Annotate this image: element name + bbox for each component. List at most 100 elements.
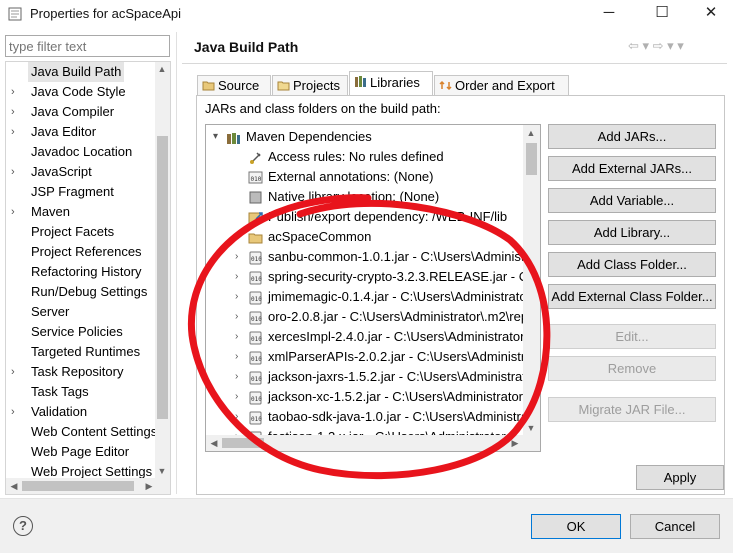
sidebar-item-label: Javadoc Location	[31, 144, 133, 159]
sidebar-item[interactable]: Java Build Path	[6, 62, 156, 82]
expand-arrow-icon[interactable]: ›	[11, 122, 23, 142]
scroll-thumb[interactable]	[157, 136, 168, 419]
ok-button[interactable]: OK	[531, 514, 621, 539]
scroll-up-arrow-icon[interactable]: ▲	[155, 62, 169, 76]
build-path-tree[interactable]: ▾ Maven Dependencies Access rules: No rule…	[205, 124, 541, 452]
sidebar-item[interactable]: Javadoc Location	[6, 142, 156, 162]
sidebar-item[interactable]: Web Content Settings	[6, 422, 157, 442]
add-library-button[interactable]: Add Library...	[548, 220, 716, 245]
remove-button[interactable]: Remove	[548, 356, 716, 381]
sidebar-item[interactable]: Project Facets	[6, 222, 156, 242]
apply-button[interactable]: Apply	[636, 465, 724, 490]
expand-arrow-icon[interactable]: ›	[11, 402, 23, 422]
edit-button[interactable]: Edit...	[548, 324, 716, 349]
add-class-folder-button[interactable]: Add Class Folder...	[548, 252, 716, 277]
panel-splitter[interactable]	[176, 32, 177, 494]
left-horizontal-scrollbar[interactable]: ◀ ▶	[6, 478, 170, 494]
expand-arrow-icon[interactable]: ›	[11, 362, 23, 382]
sidebar-item[interactable]: › Java Compiler	[6, 102, 156, 122]
scroll-right-arrow-icon[interactable]: ▶	[508, 436, 522, 450]
sidebar-item[interactable]: › Java Code Style	[6, 82, 156, 102]
scroll-left-arrow-icon[interactable]: ◀	[207, 436, 221, 450]
sidebar-item-label: JavaScript	[31, 164, 92, 179]
sidebar-item[interactable]: Targeted Runtimes	[6, 342, 156, 362]
tree-expander-icon[interactable]: ›	[235, 407, 247, 427]
sidebar-item[interactable]: › Validation	[6, 402, 156, 422]
jar-icon: 010	[249, 411, 262, 425]
tree-expander-icon[interactable]: ›	[235, 367, 247, 387]
tree-expander-icon[interactable]: ▾	[213, 127, 225, 147]
jar-icon: 010	[249, 291, 262, 305]
add-external-class-folder-button[interactable]: Add External Class Folder...	[548, 284, 716, 309]
svg-text:010: 010	[251, 176, 262, 183]
add-jars-button[interactable]: Add JARs...	[548, 124, 716, 149]
tree-expander-icon[interactable]: ›	[235, 347, 247, 367]
scroll-left-arrow-icon[interactable]: ◀	[7, 479, 21, 493]
tab-source[interactable]: Source	[197, 75, 271, 96]
order-export-icon	[439, 80, 452, 91]
sidebar-item-label: Validation	[31, 404, 88, 419]
sidebar-item[interactable]: Service Policies	[6, 322, 156, 342]
sidebar-item[interactable]: Run/Debug Settings	[6, 282, 156, 302]
tree-vertical-scrollbar[interactable]: ▲ ▼	[523, 125, 540, 436]
filter-field[interactable]	[5, 35, 170, 57]
scroll-thumb[interactable]	[22, 481, 134, 491]
sidebar-item-label: Server	[31, 304, 70, 319]
sidebar-item[interactable]: › Maven	[6, 202, 156, 222]
scroll-thumb[interactable]	[222, 438, 264, 448]
source-folder-icon	[202, 81, 215, 91]
expand-arrow-icon[interactable]: ›	[11, 202, 23, 222]
tab-source-label: Source	[218, 78, 260, 93]
add-external-jars-button[interactable]: Add External JARs...	[548, 156, 716, 181]
tab-order-and-export[interactable]: Order and Export	[434, 75, 569, 96]
tree-expander-icon[interactable]: ›	[235, 327, 247, 347]
tree-entry-label: acSpaceCommon	[268, 229, 372, 244]
jar-icon: 010	[249, 351, 262, 365]
sidebar-item[interactable]: › JavaScript	[6, 162, 156, 182]
close-button[interactable]: ✕	[689, 0, 733, 26]
left-vertical-scrollbar[interactable]: ▲ ▼	[155, 62, 170, 478]
sidebar-item-label: Refactoring History	[31, 264, 142, 279]
sidebar-item[interactable]: JSP Fragment	[6, 182, 156, 202]
tree-expander-icon[interactable]: ›	[235, 387, 247, 407]
publish-icon	[248, 212, 263, 224]
scroll-thumb[interactable]	[526, 143, 537, 175]
cancel-button[interactable]: Cancel	[630, 514, 720, 539]
tree-horizontal-scrollbar[interactable]: ◀ ▶	[206, 435, 540, 451]
tab-projects[interactable]: Projects	[272, 75, 348, 96]
help-icon[interactable]: ?	[13, 516, 33, 536]
tree-expander-icon[interactable]: ›	[235, 287, 247, 307]
scroll-right-arrow-icon[interactable]: ▶	[142, 479, 156, 493]
tree-entry-label: sanbu-common-1.0.1.jar - C:\Users\Admini…	[268, 249, 541, 264]
app-icon	[8, 7, 22, 21]
expand-arrow-icon[interactable]: ›	[11, 102, 23, 122]
sidebar-item-label: Project Facets	[31, 224, 115, 239]
sidebar-item[interactable]: Task Tags	[6, 382, 156, 402]
sidebar-item-label: Targeted Runtimes	[31, 344, 141, 359]
tab-libraries[interactable]: Libraries	[349, 71, 433, 96]
scroll-down-arrow-icon[interactable]: ▼	[524, 421, 538, 435]
add-variable-button[interactable]: Add Variable...	[548, 188, 716, 213]
sidebar-item[interactable]: Web Page Editor	[6, 442, 156, 462]
tree-expander-icon[interactable]: ›	[235, 307, 247, 327]
sidebar-item[interactable]: › Java Editor	[6, 122, 156, 142]
maximize-button[interactable]: ☐	[640, 0, 684, 26]
minimize-button[interactable]: ─	[587, 0, 631, 26]
tree-expander-icon[interactable]: ›	[235, 267, 247, 287]
sidebar-item[interactable]: Project References	[6, 242, 156, 262]
window-title: Properties for acSpaceApi	[30, 6, 182, 21]
scroll-down-arrow-icon[interactable]: ▼	[155, 464, 169, 478]
tree-expander-icon[interactable]: ›	[235, 227, 247, 247]
history-nav-buttons[interactable]: ⇦ ▾ ⇨ ▾ ▾	[628, 38, 684, 54]
migrate-jar-button[interactable]: Migrate JAR File...	[548, 397, 716, 422]
scroll-up-arrow-icon[interactable]: ▲	[524, 126, 538, 140]
svg-text:010: 010	[251, 336, 262, 343]
sidebar-item[interactable]: Server	[6, 302, 156, 322]
sidebar-item[interactable]: Refactoring History	[6, 262, 156, 282]
expand-arrow-icon[interactable]: ›	[11, 162, 23, 182]
expand-arrow-icon[interactable]: ›	[11, 82, 23, 102]
project-folder-icon	[248, 233, 263, 244]
sidebar-item[interactable]: › Task Repository	[6, 362, 156, 382]
tree-expander-icon[interactable]: ›	[235, 247, 247, 267]
filter-input[interactable]	[6, 36, 169, 56]
